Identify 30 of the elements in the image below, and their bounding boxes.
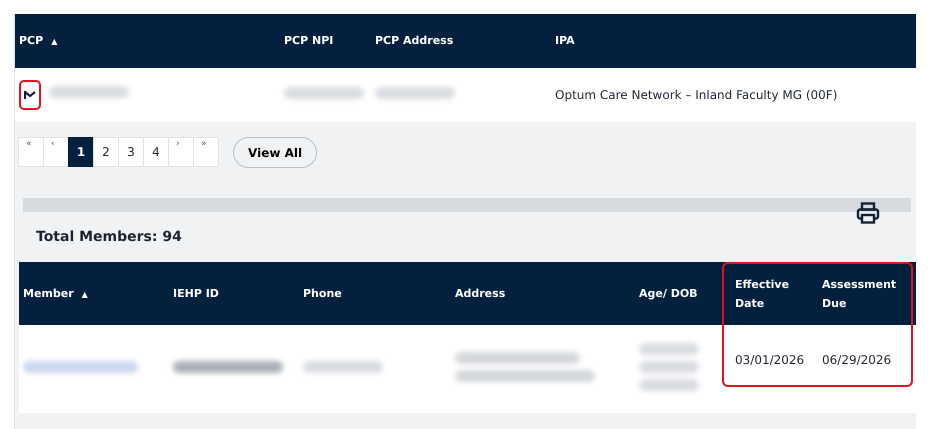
total-members-label: Total Members: 94	[36, 228, 182, 247]
page-nav-button[interactable]: ›	[168, 137, 194, 167]
redacted-text	[639, 379, 699, 391]
redacted-text	[639, 343, 699, 355]
chevron-icon	[24, 90, 36, 100]
page-button[interactable]: 1	[68, 137, 94, 167]
column-header[interactable]: Phone	[303, 284, 342, 303]
redacted-text	[639, 361, 699, 373]
column-header[interactable]: Member	[23, 284, 74, 302]
column-header[interactable]: IEHP ID	[173, 284, 219, 303]
print-icon[interactable]	[856, 202, 880, 224]
page-button[interactable]: 3	[118, 137, 144, 167]
column-header[interactable]: PCP Address	[375, 32, 454, 50]
table-cell: 03/01/2026	[735, 353, 804, 367]
view-all-button[interactable]: View All	[233, 137, 318, 168]
page-nav-button[interactable]: ‹	[43, 137, 69, 167]
column-header[interactable]: PCP NPI	[284, 32, 334, 50]
column-header[interactable]: Age/ DOB	[639, 284, 698, 303]
page-button[interactable]: 4	[143, 137, 169, 167]
table-cell: 06/29/2026	[822, 353, 892, 367]
column-header[interactable]: Address	[455, 284, 506, 303]
expand-toggle[interactable]	[19, 80, 41, 110]
page-nav-button[interactable]: «	[18, 137, 44, 167]
ipa-text: Optum Care Network – Inland Faculty MG (00F)	[555, 88, 838, 102]
column-header[interactable]: PCP	[19, 32, 44, 50]
sort-icon: ▲	[82, 290, 88, 298]
column-header[interactable]: IPA	[555, 32, 575, 50]
page-nav-button[interactable]: »	[193, 137, 219, 167]
page-button[interactable]: 2	[93, 137, 119, 167]
sort-icon: ▲	[51, 36, 58, 46]
